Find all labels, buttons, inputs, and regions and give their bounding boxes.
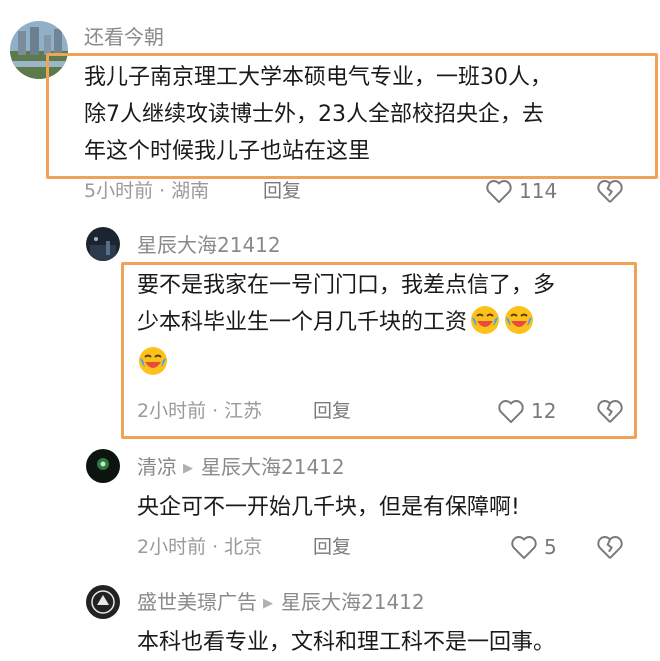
reply-button[interactable]: 回复: [313, 536, 351, 558]
username-line: 盛世美璟广告 ▶ 星辰大海21412: [137, 590, 425, 616]
like-count: 114: [519, 179, 558, 203]
like-count: 5: [544, 535, 557, 559]
like-button[interactable]: 114: [485, 178, 557, 204]
timestamp: 2小时前: [137, 536, 207, 558]
timestamp: 5小时前: [84, 180, 154, 202]
comment-text: 本科也看专业，文科和理工科不是一回事。: [137, 630, 556, 655]
dislike-button[interactable]: [596, 178, 624, 208]
reply-to-username[interactable]: 星辰大海21412: [201, 455, 345, 479]
username[interactable]: 星辰大海21412: [137, 233, 281, 257]
username-line: 清凉 ▶ 星辰大海21412: [137, 455, 345, 481]
reply-to-username[interactable]: 星辰大海21412: [281, 590, 425, 614]
location: 江苏: [224, 400, 263, 422]
username[interactable]: 还看今朝: [84, 25, 164, 49]
reply-button[interactable]: 回复: [313, 400, 351, 422]
avatar[interactable]: [86, 227, 120, 261]
comment-meta: 2小时前 · 江苏: [137, 400, 263, 422]
timestamp: 2小时前: [137, 400, 207, 422]
heart-icon: [498, 400, 524, 424]
reply-arrow-icon: ▶: [263, 596, 273, 611]
reply-button[interactable]: 回复: [263, 180, 301, 202]
username[interactable]: 清凉: [137, 455, 177, 479]
broken-heart-icon: [597, 400, 623, 423]
avatar[interactable]: [86, 585, 120, 619]
heart-icon: [511, 536, 537, 560]
dislike-button[interactable]: [596, 534, 624, 564]
like-count: 12: [531, 399, 557, 423]
crying-laughing-emoji-icon: [469, 304, 501, 336]
dislike-button[interactable]: [596, 398, 624, 428]
reply-arrow-icon: ▶: [183, 461, 193, 476]
location: 湖南: [171, 180, 210, 202]
crying-laughing-emoji-icon: [503, 304, 535, 336]
crying-laughing-emoji-icon: [137, 345, 169, 377]
comment-text: 央企可不一开始几千块，但是有保障啊!: [137, 495, 520, 520]
heart-icon: [486, 180, 512, 204]
like-button[interactable]: 12: [497, 398, 556, 424]
username[interactable]: 盛世美璟广告: [137, 590, 257, 614]
comment-meta: 2小时前 · 北京: [137, 536, 263, 558]
broken-heart-icon: [597, 180, 623, 203]
location: 北京: [224, 536, 263, 558]
like-button[interactable]: 5: [510, 534, 557, 560]
avatar[interactable]: [86, 449, 120, 483]
broken-heart-icon: [597, 536, 623, 559]
comment-meta: 5小时前 · 湖南: [84, 180, 210, 202]
